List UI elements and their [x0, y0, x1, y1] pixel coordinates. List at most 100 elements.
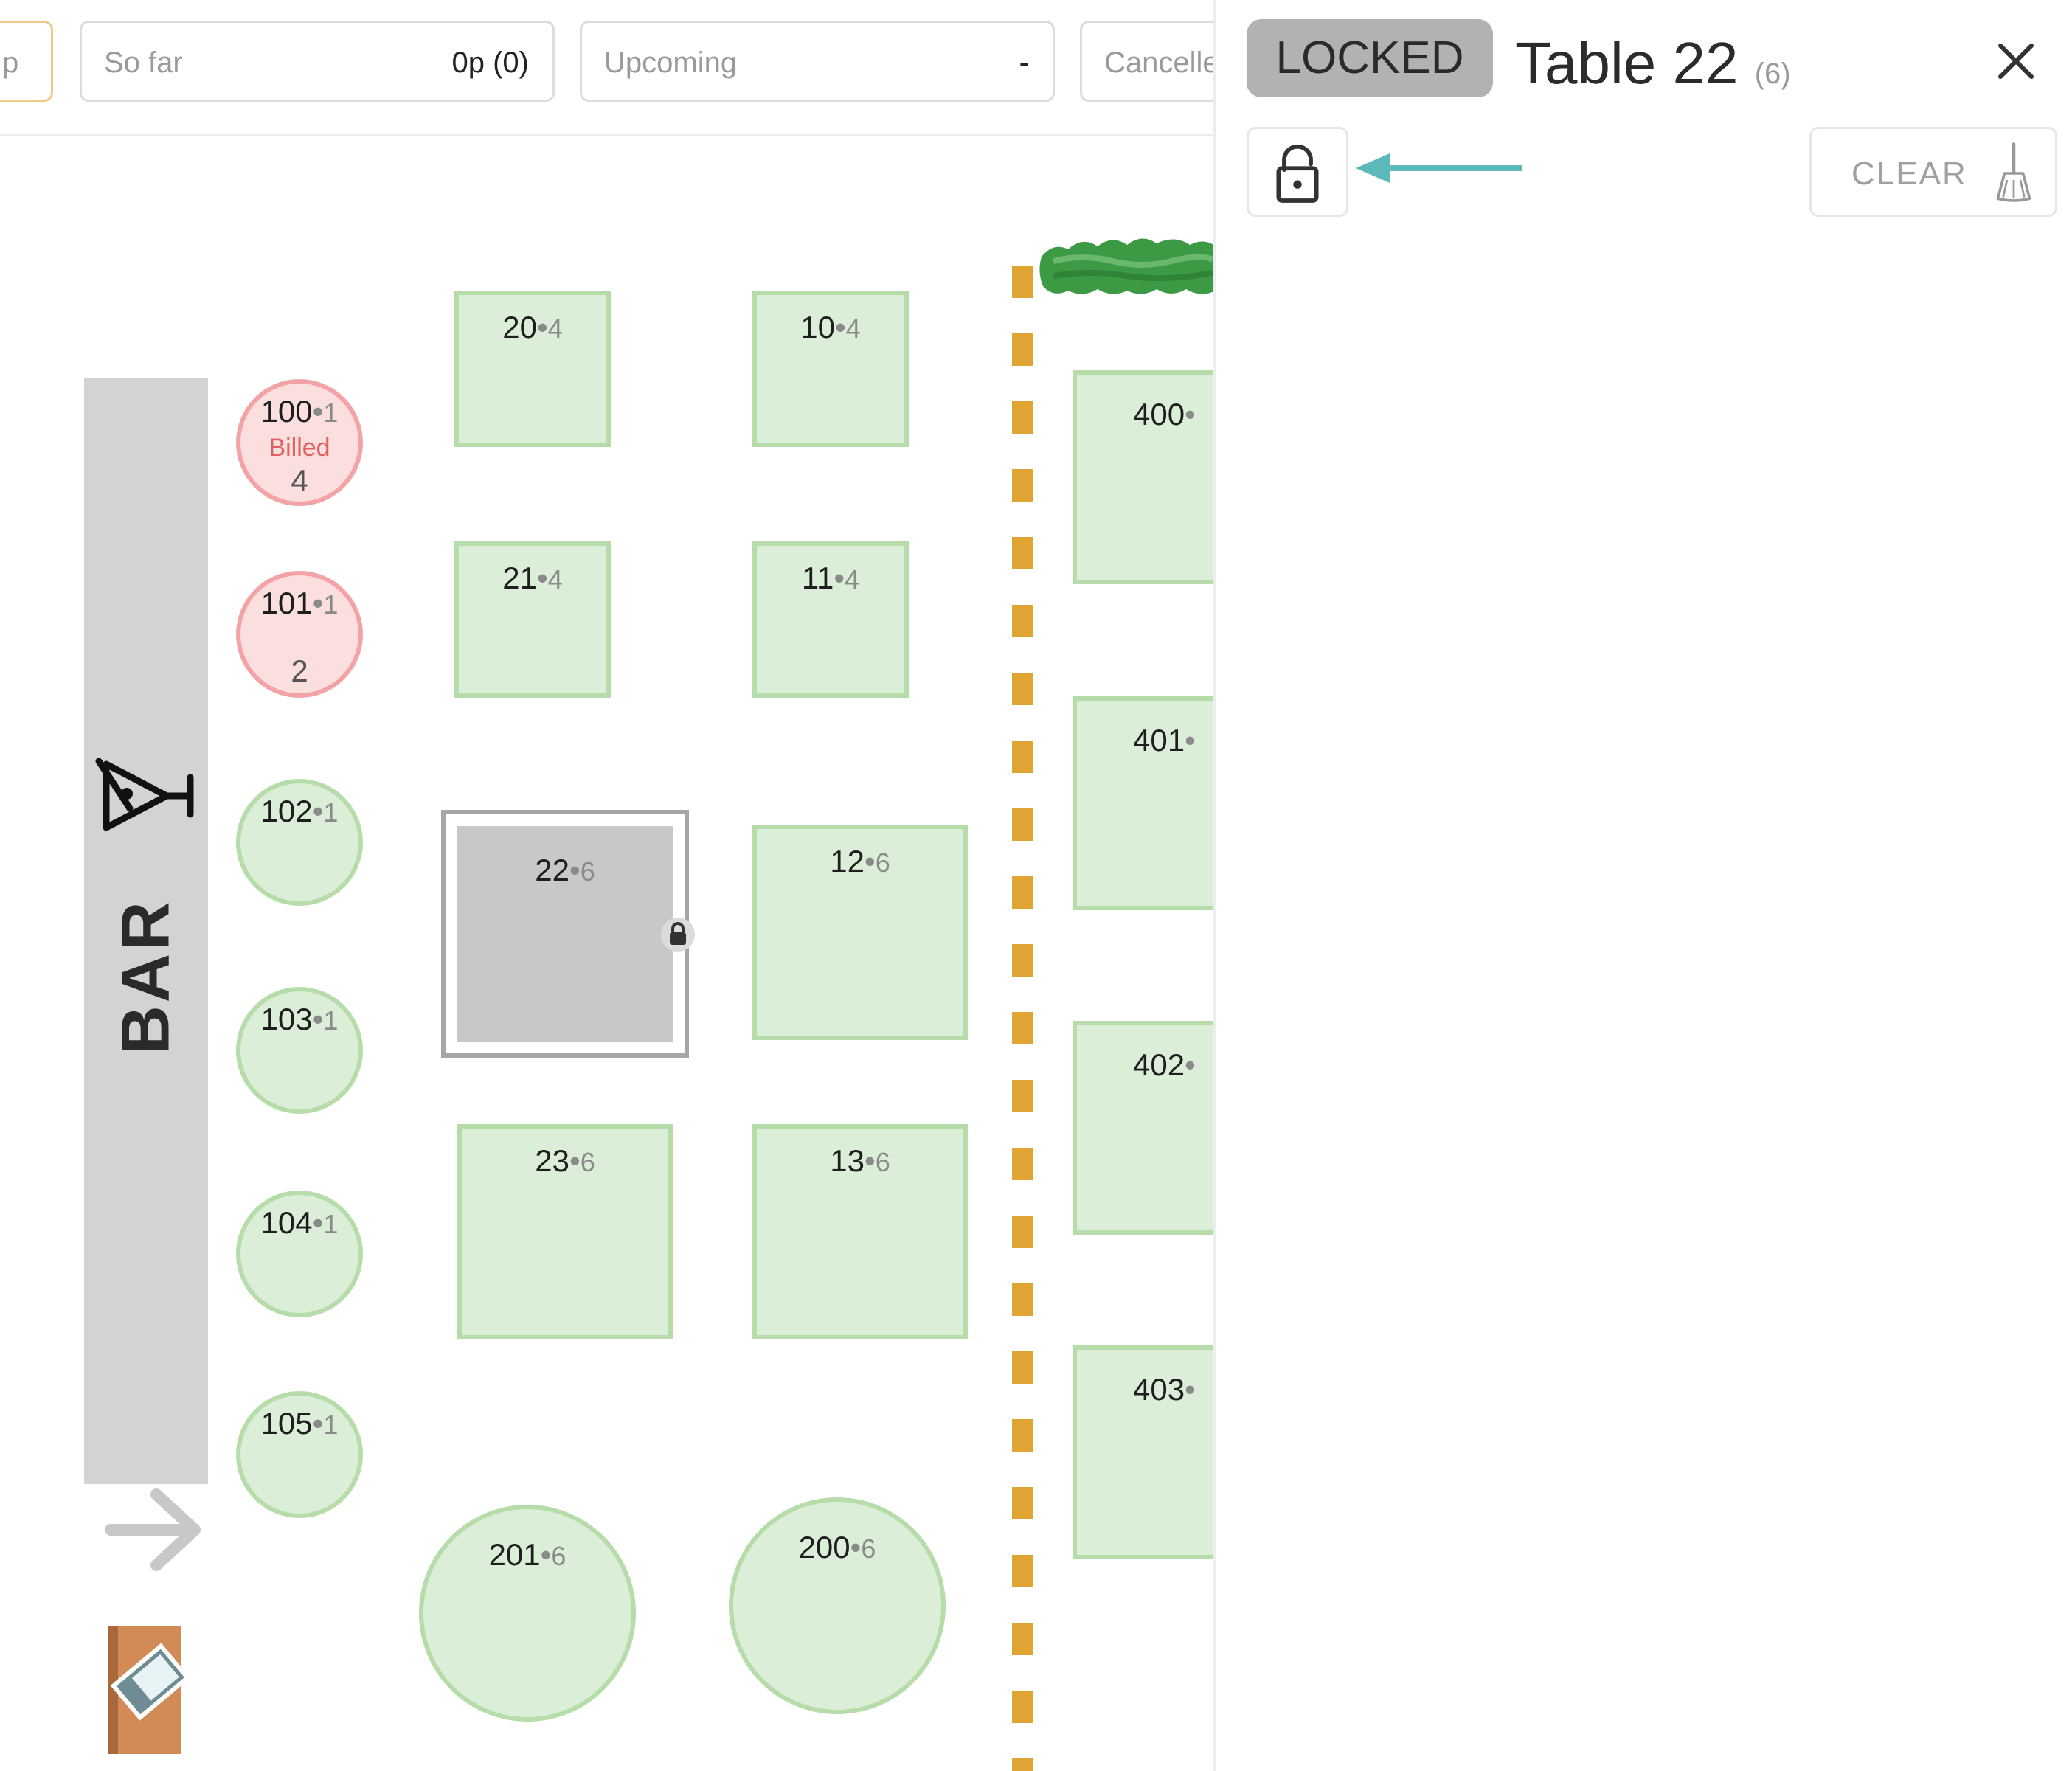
table-103[interactable]: 103•1 [236, 987, 363, 1114]
close-icon[interactable] [1990, 35, 2042, 87]
separator-dot: • [864, 844, 876, 878]
table-number: 23 [535, 1143, 569, 1178]
table-22[interactable]: 22•6 [441, 810, 695, 1058]
table-capacity: 6 [875, 848, 890, 878]
zone-divider-line [1012, 266, 1033, 1771]
table-10[interactable]: 10•4 [752, 291, 909, 447]
table-number: 402 [1133, 1047, 1185, 1082]
separator-dot: • [312, 1002, 324, 1036]
table-capacity: 6 [875, 1147, 890, 1177]
table-capacity: 1 [323, 1410, 339, 1440]
upcoming-pill[interactable]: Upcoming - [580, 21, 1055, 102]
table-number: 10 [800, 310, 835, 344]
table-201[interactable]: 201•6 [419, 1505, 636, 1722]
table-capacity: 1 [323, 398, 339, 428]
table-102[interactable]: 102•1 [236, 779, 363, 906]
separator-dot: • [312, 586, 324, 620]
table-capacity: 6 [861, 1533, 876, 1564]
so-far-value: 0p (0) [451, 46, 530, 79]
separator-dot: • [1185, 1047, 1196, 1082]
separator-dot: • [569, 853, 581, 887]
summary-bar: p So far 0p (0) Upcoming - Cancelle [0, 0, 1301, 136]
table-number: 201 [488, 1537, 541, 1572]
clear-button-label: CLEAR [1851, 156, 1967, 192]
table-23[interactable]: 23•6 [457, 1124, 673, 1339]
table-capacity: 1 [323, 1005, 339, 1036]
table-number: 11 [801, 561, 834, 595]
summary-pill-partial-label: p [2, 46, 19, 79]
separator-dot: • [1185, 397, 1196, 432]
table-capacity: 1 [323, 589, 339, 620]
table-100[interactable]: 100•1 Billed 4 [236, 379, 363, 506]
table-200[interactable]: 200•6 [729, 1497, 946, 1714]
table-21[interactable]: 21•4 [454, 541, 611, 698]
table-detail-panel: LOCKED Table 22 (6) CLEAR [1213, 0, 2072, 1771]
so-far-pill[interactable]: So far 0p (0) [80, 21, 555, 102]
table-number: 104 [260, 1205, 313, 1240]
lock-badge-icon [661, 918, 695, 952]
table-capacity: 6 [580, 856, 595, 887]
table-number: 401 [1133, 723, 1185, 758]
table-capacity: 1 [323, 797, 339, 828]
separator-dot: • [536, 561, 548, 595]
table-capacity: 1 [323, 1209, 339, 1239]
table-capacity: 4 [845, 313, 861, 344]
separator-dot: • [850, 1530, 862, 1564]
table-capacity: 4 [845, 564, 860, 595]
table-capacity: 6 [551, 1541, 566, 1571]
floor-plan: BAR 100•1 Billed 4 101•1 2 102•1 103•1 1… [0, 136, 1213, 1771]
table-number: 200 [798, 1530, 850, 1564]
separator-dot: • [312, 794, 324, 828]
table-11[interactable]: 11•4 [752, 541, 909, 698]
separator-dot: • [864, 1143, 876, 1178]
table-capacity: 6 [580, 1147, 595, 1177]
table-number: 102 [260, 794, 313, 828]
arrow-left-icon [1356, 153, 1522, 183]
table-number: 20 [502, 310, 537, 344]
table-403[interactable]: 403• [1073, 1345, 1213, 1559]
panel-title: Table 22 (6) [1515, 30, 1791, 97]
table-12[interactable]: 12•6 [752, 825, 968, 1040]
table-number: 403 [1133, 1372, 1185, 1407]
separator-dot: • [569, 1143, 581, 1178]
table-number: 100 [260, 394, 313, 429]
table-number: 12 [830, 844, 865, 878]
bar-label: BAR [108, 898, 184, 1055]
table-number: 105 [260, 1406, 313, 1441]
panel-table-capacity: (6) [1754, 58, 1791, 90]
table-101[interactable]: 101•1 2 [236, 571, 363, 698]
separator-dot: • [1185, 1372, 1196, 1407]
table-401[interactable]: 401• [1073, 696, 1213, 910]
summary-pill-partial[interactable]: p [0, 21, 53, 102]
table-104[interactable]: 104•1 [236, 1191, 363, 1317]
hedge-decoration [1039, 238, 1213, 294]
unlock-icon [1276, 144, 1319, 203]
table-13[interactable]: 13•6 [752, 1124, 968, 1339]
arrow-right-icon [105, 1488, 201, 1571]
table-status: Billed [268, 434, 330, 462]
locked-status-badge: LOCKED [1247, 19, 1493, 97]
table-guest-count: 2 [291, 654, 308, 688]
table-number: 103 [260, 1002, 313, 1036]
door-icon [108, 1626, 191, 1754]
table-105[interactable]: 105•1 [236, 1391, 363, 1518]
cancelled-label: Cancelle [1104, 46, 1219, 79]
separator-dot: • [536, 310, 548, 344]
table-402[interactable]: 402• [1073, 1021, 1213, 1235]
table-400[interactable]: 400• [1073, 370, 1213, 584]
table-number: 101 [260, 586, 313, 620]
table-capacity: 4 [547, 564, 563, 595]
table-number: 400 [1133, 397, 1185, 432]
table-number: 22 [535, 853, 569, 887]
table-number: 13 [830, 1143, 865, 1178]
separator-dot: • [312, 1406, 324, 1441]
clear-button[interactable]: CLEAR [1809, 127, 2057, 217]
table-number: 21 [502, 561, 537, 595]
separator-dot: • [312, 1205, 324, 1240]
upcoming-label: Upcoming [604, 46, 738, 79]
table-20[interactable]: 20•4 [454, 291, 611, 447]
separator-dot: • [312, 394, 324, 429]
panel-table-name: Table 22 [1515, 30, 1739, 96]
unlock-button[interactable] [1247, 127, 1348, 217]
cocktail-icon [95, 758, 194, 831]
